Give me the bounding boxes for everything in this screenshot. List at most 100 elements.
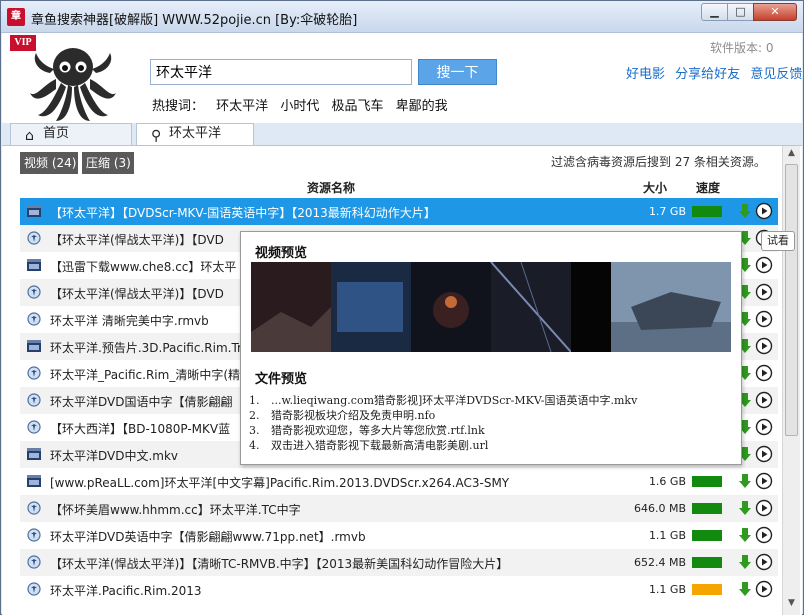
window-title: 章鱼搜索神器[破解版] WWW.52pojie.cn [By:伞破轮胎]: [31, 13, 358, 28]
file-preview-title: 文件预览: [255, 372, 308, 387]
play-icon[interactable]: [755, 472, 773, 490]
row-size: 652.4 MB: [633, 556, 686, 569]
table-row[interactable]: 环太平洋.Pacific.Rim.2013 1.1 GB: [20, 576, 778, 603]
emule-icon: [26, 312, 42, 327]
emule-icon: [26, 501, 42, 516]
column-speed[interactable]: 速度: [696, 179, 720, 196]
play-icon[interactable]: [755, 418, 773, 436]
filter-video[interactable]: 视频 (24): [20, 152, 78, 174]
home-icon: ⌂: [25, 128, 34, 144]
play-tooltip: 试看: [761, 231, 795, 251]
scroll-down-icon[interactable]: ▼: [784, 598, 799, 612]
speed-indicator: [692, 476, 722, 487]
file-number: 3.: [249, 424, 260, 437]
tab-bar: ⌂ 首页 ⚲ 环太平洋: [2, 123, 802, 145]
search-button[interactable]: 搜一下: [418, 59, 497, 85]
close-icon: ✕: [770, 5, 780, 18]
table-row[interactable]: 环太平洋DVD英语中字【倩影翩翩www.71pp.net】.rmvb 1.1 GB: [20, 522, 778, 549]
play-icon[interactable]: [755, 445, 773, 463]
speed-indicator: [692, 530, 722, 541]
film-icon: [26, 339, 42, 354]
play-icon[interactable]: [755, 283, 773, 301]
minimize-button[interactable]: ▁: [701, 3, 728, 21]
emule-icon: [26, 366, 42, 381]
file-item: 4. 双击进入猎奇影视下载最新高清电影美剧.url: [249, 437, 637, 452]
play-icon[interactable]: [755, 256, 773, 274]
maximize-button[interactable]: □: [727, 3, 754, 21]
file-item: 1. ...w.lieqiwang.com猎奇影视]环太平洋DVDScr-MKV-…: [249, 392, 637, 407]
hot-word[interactable]: 环太平洋: [216, 99, 268, 114]
play-icon[interactable]: [755, 310, 773, 328]
emule-icon: [26, 582, 42, 597]
download-icon[interactable]: [738, 203, 752, 219]
search-header: VIP 搜一下 热搜词： 环太平洋 小时代 极品飞车 卑鄙的我 软件版本: 0: [2, 33, 802, 123]
row-name: 环太平洋DVD英语中字【倩影翩翩www.71pp.net】.rmvb: [50, 530, 366, 544]
play-icon[interactable]: [755, 391, 773, 409]
emule-icon: [26, 528, 42, 543]
scroll-thumb[interactable]: [785, 164, 798, 436]
hot-word[interactable]: 极品飞车: [331, 99, 383, 114]
close-button[interactable]: ✕: [753, 3, 797, 21]
speed-indicator: [692, 206, 722, 217]
row-name: 【怀坏美眉www.hhmm.cc】环太平洋.TC中字: [50, 503, 301, 517]
result-count: 过滤含病毒资源后搜到 27 条相关资源。: [551, 155, 766, 169]
row-size: 1.6 GB: [648, 475, 686, 488]
link-feedback[interactable]: 意见反馈: [750, 67, 802, 82]
app-window: 章 章鱼搜索神器[破解版] WWW.52pojie.cn [By:伞破轮胎] ▁…: [0, 0, 804, 615]
file-item: 2. 猎奇影视板块介绍及免责申明.nfo: [249, 407, 637, 422]
row-name: [www.pReaLL.com]环太平洋[中文字幕]Pacific.Rim.20…: [50, 476, 510, 490]
row-size: 1.1 GB: [648, 529, 686, 542]
search-input[interactable]: [150, 59, 412, 85]
row-name: 【环太平洋】【DVDScr-MKV-国语英语中字】【2013最新科幻动作大片】: [50, 206, 436, 220]
download-icon[interactable]: [738, 527, 752, 543]
film-icon: [26, 447, 42, 462]
video-preview-image[interactable]: [251, 262, 731, 352]
table-header: 资源名称 大小 速度: [20, 177, 778, 197]
table-row[interactable]: [www.pReaLL.com]环太平洋[中文字幕]Pacific.Rim.20…: [20, 468, 778, 495]
emule-icon: [26, 420, 42, 435]
search-icon: ⚲: [151, 128, 162, 144]
play-icon[interactable]: [755, 337, 773, 355]
tab-label: 环太平洋: [169, 126, 222, 141]
play-icon[interactable]: [755, 202, 773, 220]
table-row[interactable]: 【环太平洋(悍战太平洋)】【清晰TC-RMVB.中字】【2013最新美国科幻动作…: [20, 549, 778, 576]
file-number: 2.: [249, 409, 260, 422]
file-item: 3. 猎奇影视欢迎您，等多大片等您欣赏.rtf.lnk: [249, 422, 637, 437]
table-row[interactable]: 【怀坏美眉www.hhmm.cc】环太平洋.TC中字 646.0 MB: [20, 495, 778, 522]
row-size: 1.7 GB: [648, 205, 686, 218]
column-size[interactable]: 大小: [643, 179, 667, 196]
hot-word[interactable]: 小时代: [280, 99, 319, 114]
speed-indicator: [692, 584, 722, 595]
preview-popup: 视频预览 文件预览 1. ...w.lieqiwang.com猎奇影视]环太平洋D…: [240, 231, 742, 465]
filter-zip[interactable]: 压缩 (3): [82, 152, 134, 174]
tab-home[interactable]: ⌂ 首页: [10, 123, 132, 145]
link-share[interactable]: 分享给好友: [675, 67, 740, 82]
play-icon[interactable]: [755, 526, 773, 544]
emule-icon: [26, 231, 42, 246]
table-row[interactable]: 【环太平洋】【DVDScr-MKV-国语英语中字】【2013最新科幻动作大片】 1…: [20, 198, 778, 225]
play-icon[interactable]: [755, 364, 773, 382]
tab-search-result[interactable]: ⚲ 环太平洋: [136, 123, 254, 145]
download-icon[interactable]: [738, 581, 752, 597]
video-preview-title: 视频预览: [255, 246, 308, 261]
row-name: 【环太平洋(悍战太平洋)】【清晰TC-RMVB.中字】【2013最新美国科幻动作…: [50, 557, 509, 571]
scrollbar[interactable]: ▲ ▼: [782, 146, 800, 615]
film-icon: [26, 204, 42, 219]
minimize-icon: ▁: [710, 5, 719, 18]
file-name: 双击进入猎奇影视下载最新高清电影美剧.url: [271, 439, 489, 452]
column-name[interactable]: 资源名称: [307, 179, 355, 196]
hot-words-label: 热搜词：: [152, 99, 205, 114]
play-icon[interactable]: [755, 553, 773, 571]
download-icon[interactable]: [738, 500, 752, 516]
file-name: 猎奇影视板块介绍及免责申明.nfo: [271, 409, 436, 422]
download-icon[interactable]: [738, 473, 752, 489]
play-icon[interactable]: [755, 499, 773, 517]
title-bar[interactable]: 章 章鱼搜索神器[破解版] WWW.52pojie.cn [By:伞破轮胎] ▁…: [1, 1, 803, 33]
scroll-up-icon[interactable]: ▲: [784, 148, 799, 162]
download-icon[interactable]: [738, 554, 752, 570]
play-icon[interactable]: [755, 580, 773, 598]
speed-indicator: [692, 503, 722, 514]
file-number: 1.: [249, 394, 260, 407]
hot-word[interactable]: 卑鄙的我: [396, 99, 448, 114]
link-good-movies[interactable]: 好电影: [626, 67, 665, 82]
